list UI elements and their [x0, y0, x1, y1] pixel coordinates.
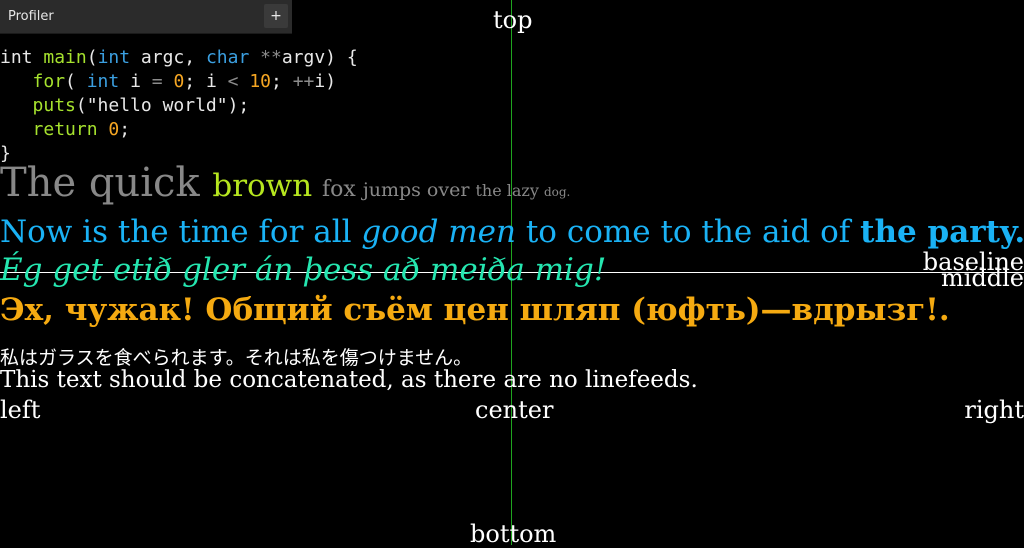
- profiler-panel[interactable]: Profiler +: [0, 0, 292, 34]
- label-top: top: [493, 6, 533, 34]
- code-block: int main(int argc, char **argv) { for( i…: [0, 46, 358, 166]
- quick-brown-fox-text: The quick brown fox jumps over the lazy …: [0, 160, 571, 206]
- russian-text: Эх, чужак! Общий съём цен шляп (юфть)—вд…: [0, 292, 950, 328]
- code-line-4: return 0;: [32, 119, 131, 140]
- now-is-the-time-text: Now is the time for all good men to come…: [0, 214, 1024, 250]
- label-middle: middle: [940, 264, 1024, 292]
- code-line-1: int main(int argc, char **argv) {: [0, 47, 358, 68]
- label-right: right: [964, 396, 1024, 424]
- code-line-3: puts("hello world");: [32, 95, 250, 116]
- label-left: left: [0, 396, 41, 424]
- code-line-2: for( int i = 0; i < 10; ++i): [32, 71, 337, 92]
- japanese-text: 私はガラスを食べられます。それは私を傷つけません。: [0, 347, 473, 369]
- profiler-title: Profiler: [8, 9, 54, 24]
- concatenated-text: This text should be concatenated, as the…: [0, 367, 698, 393]
- profiler-add-button[interactable]: +: [264, 4, 288, 28]
- icelandic-text: Ég get etið gler án þess að meiða mig!: [0, 252, 607, 288]
- label-bottom: bottom: [470, 520, 557, 548]
- label-center: center: [475, 396, 554, 424]
